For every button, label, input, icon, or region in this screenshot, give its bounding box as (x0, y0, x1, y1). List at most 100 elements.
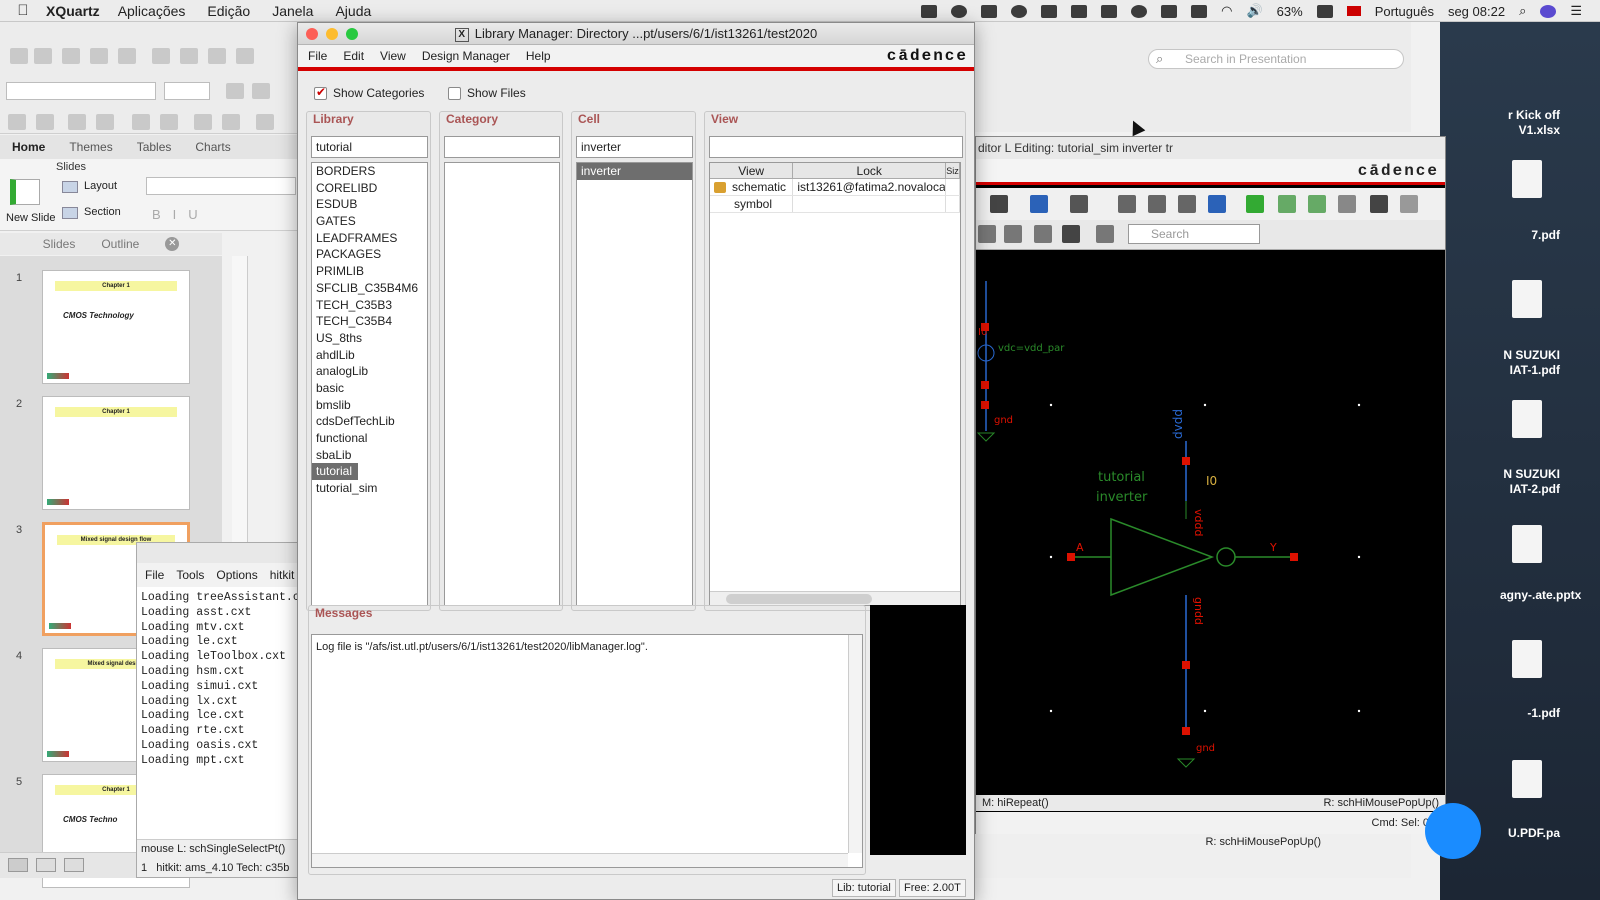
chat-icon[interactable] (1425, 803, 1481, 859)
presenter-view-icon[interactable] (64, 858, 84, 872)
library-list-item[interactable]: functional (312, 430, 427, 447)
normal-view-icon[interactable] (8, 858, 28, 872)
lm-menu-view[interactable]: View (372, 49, 414, 63)
library-list-item[interactable]: analogLib (312, 363, 427, 380)
file-icon[interactable] (1512, 160, 1542, 198)
library-list-item[interactable]: PACKAGES (312, 246, 427, 263)
align-icon[interactable] (1030, 195, 1048, 213)
library-list-item[interactable]: SFCLIB_C35B4M6 (312, 280, 427, 297)
close-pane-icon[interactable]: ✕ (165, 237, 180, 251)
view-table-scrollbar[interactable] (710, 591, 960, 605)
lm-menu-file[interactable]: File (298, 49, 335, 63)
partial-select-icon[interactable] (1004, 225, 1022, 243)
wide-wire-icon[interactable] (1308, 195, 1326, 213)
eye-icon[interactable] (1131, 4, 1148, 18)
ciw-menu-options[interactable]: Options (216, 568, 257, 582)
desktop-file[interactable]: agny-.ate.pptx (1500, 588, 1581, 603)
checkbox-unchecked-icon[interactable] (448, 86, 461, 100)
select-net-icon[interactable] (1034, 225, 1052, 243)
ppt-copy-icon[interactable] (180, 48, 198, 64)
ppt-text-icon[interactable] (256, 114, 274, 130)
ppt-new-icon[interactable] (10, 48, 28, 64)
ppt-open-icon[interactable] (62, 48, 80, 64)
view-filter-input[interactable] (709, 136, 963, 158)
wifi-icon[interactable]: ◠ (1221, 3, 1232, 19)
show-files-checkbox[interactable]: Show Files (448, 86, 526, 100)
library-list-item[interactable]: ahdlLib (312, 347, 427, 364)
file-icon[interactable] (1512, 400, 1542, 438)
record-icon[interactable] (1011, 4, 1028, 18)
menu-ajuda[interactable]: Ajuda (335, 3, 371, 19)
ppt-indent-icon[interactable] (36, 114, 54, 130)
desktop-file[interactable]: U.PDF.pa (1500, 826, 1560, 841)
sorter-view-icon[interactable] (36, 858, 56, 872)
library-list-item[interactable]: PRIMLIB (312, 263, 427, 280)
text-tool-icon[interactable] (990, 195, 1008, 213)
cell-list-item[interactable]: inverter (577, 163, 692, 180)
label-icon[interactable] (1338, 195, 1356, 213)
ppt-italic-icon[interactable] (252, 83, 270, 99)
column-header-size[interactable]: Siz (946, 163, 960, 178)
siri-icon[interactable] (1540, 4, 1557, 18)
library-list-item[interactable]: tutorial_sim (312, 480, 427, 497)
library-list-item[interactable]: bmslib (312, 397, 427, 414)
ppt-bold-icon[interactable] (226, 83, 244, 99)
cell-filter-input[interactable]: inverter (576, 136, 693, 158)
table-row[interactable]: schematic ist13261@fatima2.novalocal (710, 179, 960, 196)
screen-icon[interactable] (921, 4, 938, 18)
notification-center-icon[interactable]: ☰ (1570, 3, 1582, 19)
keyboard-icon[interactable] (1101, 4, 1118, 18)
ppt-numbering-icon[interactable] (96, 114, 114, 130)
ppt-font-name-field[interactable] (6, 82, 156, 100)
menu-aplicacoes[interactable]: Aplicações (118, 3, 186, 19)
wire-icon[interactable] (1278, 195, 1296, 213)
table-row[interactable]: symbol (710, 196, 960, 213)
library-list-item[interactable]: ESDUB (312, 196, 427, 213)
desktop-file[interactable]: N SUZUKI IAT-2.pdf (1500, 467, 1560, 497)
messages-horizontal-scrollbar[interactable] (312, 853, 848, 867)
desktop-file[interactable]: 7.pdf (1500, 228, 1560, 243)
ppt-bullets-icon[interactable] (68, 114, 86, 130)
ppt-paste-icon[interactable] (208, 48, 226, 64)
ppt-tab-outline[interactable]: Outline (101, 237, 139, 251)
zoom-fit-icon[interactable] (1118, 195, 1136, 213)
battery-percent[interactable]: 63% (1277, 4, 1303, 19)
sch-search-input[interactable]: Search (1128, 224, 1260, 244)
library-list-item[interactable]: TECH_C35B4 (312, 313, 427, 330)
zoom-out-icon[interactable] (1148, 195, 1166, 213)
ppt-tab-home[interactable]: Home (0, 140, 57, 154)
new-slide-button[interactable]: New Slide (6, 212, 56, 224)
library-list-item[interactable]: BORDERS (312, 163, 427, 180)
distribute-icon[interactable] (1070, 195, 1088, 213)
section-button[interactable]: Section (84, 206, 121, 218)
file-icon[interactable] (1512, 760, 1542, 798)
file-icon[interactable] (1512, 280, 1542, 318)
add-instance-icon[interactable] (1246, 195, 1264, 213)
ppt-ribbon-font-field[interactable] (146, 177, 296, 195)
ppt-tab-charts[interactable]: Charts (183, 140, 242, 154)
ppt-print-icon[interactable] (118, 48, 136, 64)
new-slide-icon[interactable] (10, 179, 40, 205)
battery-status-icon[interactable] (1191, 4, 1208, 18)
library-list-item[interactable]: sbaLib (312, 447, 427, 464)
ppt-search-field[interactable]: Search in Presentation (1148, 49, 1404, 69)
messages-vertical-scrollbar[interactable] (848, 635, 862, 853)
menu-janela[interactable]: Janela (272, 3, 313, 19)
ppt-save-icon[interactable] (90, 48, 108, 64)
file-icon[interactable] (1512, 640, 1542, 678)
ppt-format-icon[interactable] (236, 48, 254, 64)
scrollbar-thumb[interactable] (726, 594, 872, 604)
input-language[interactable]: Português (1375, 4, 1434, 19)
calendar-icon[interactable] (1071, 4, 1088, 18)
close-window-button[interactable] (306, 28, 318, 40)
category-filter-input[interactable] (444, 136, 560, 158)
column-header-lock[interactable]: Lock (793, 163, 947, 178)
desktop-file[interactable]: N SUZUKI IAT-1.pdf (1500, 348, 1560, 378)
property-icon[interactable] (1400, 195, 1418, 213)
library-list-item[interactable]: tutorial (312, 463, 359, 481)
filter-icon[interactable] (1096, 225, 1114, 243)
ppt-outdent-icon[interactable] (8, 114, 26, 130)
ppt-minus-icon[interactable] (132, 114, 150, 130)
library-list-item[interactable]: GATES (312, 213, 427, 230)
menu-edicao[interactable]: Edição (207, 3, 250, 19)
